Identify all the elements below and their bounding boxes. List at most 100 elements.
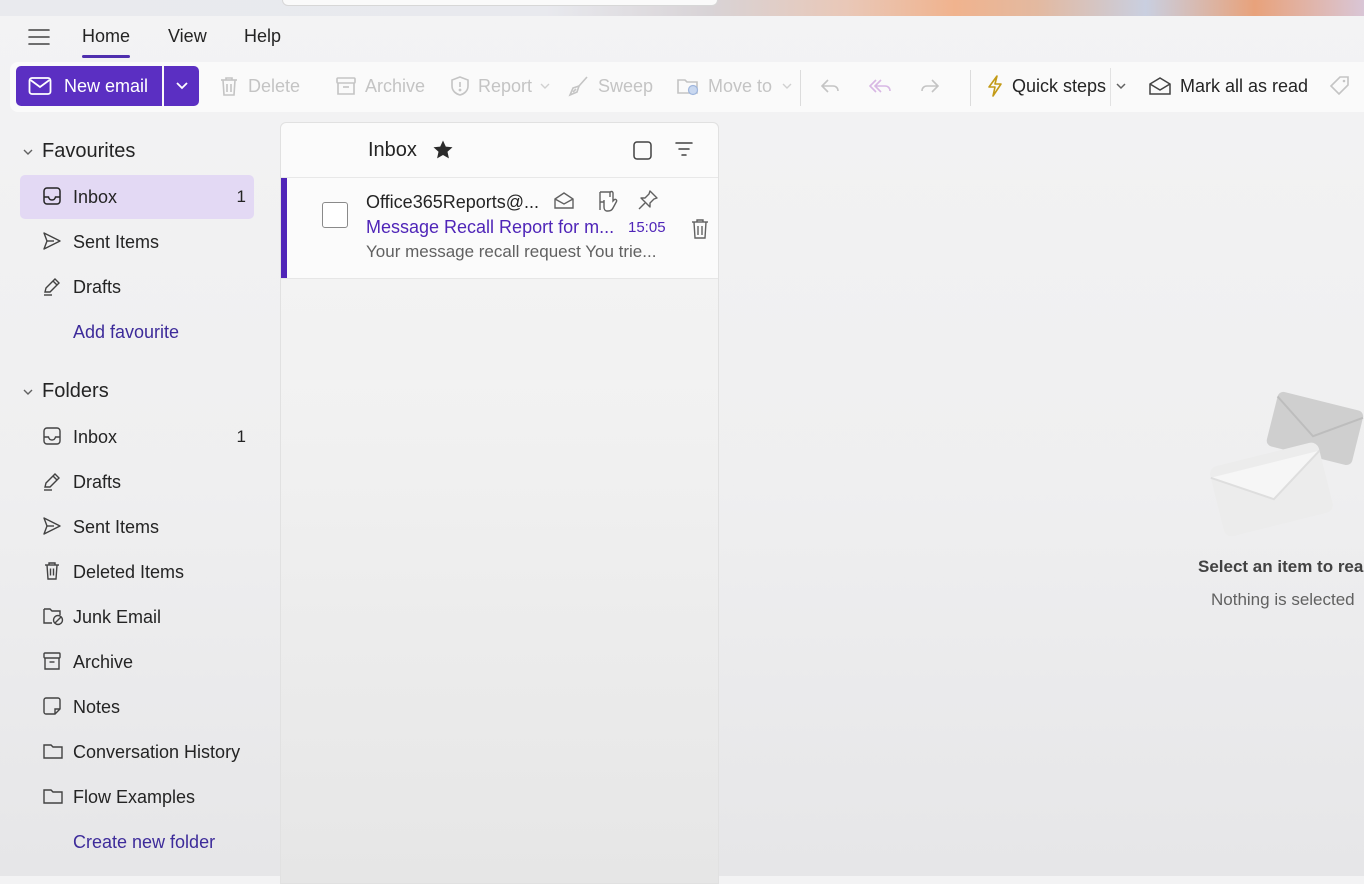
favourites-title: Favourites — [42, 140, 136, 162]
report-button[interactable]: Report — [450, 66, 558, 106]
reply-icon — [820, 79, 839, 93]
new-email-label: New email — [64, 75, 149, 96]
list-title: Inbox — [368, 139, 417, 161]
delete-label: Delete — [248, 75, 301, 96]
inbox-icon — [43, 187, 61, 205]
forward-icon — [921, 79, 940, 93]
pencil-icon — [44, 473, 60, 491]
select-all-icon[interactable] — [632, 140, 654, 162]
empty-state-illustration — [1205, 388, 1364, 542]
flag-icon[interactable] — [597, 189, 621, 215]
archive-button[interactable]: Archive — [335, 66, 425, 106]
message-row[interactable]: Office365Reports@... Message Recall Repo… — [281, 178, 718, 279]
sweep-label: Sweep — [598, 75, 654, 96]
folder-item-archive[interactable]: Archive — [20, 640, 254, 684]
empty-state-title: Select an item to read — [1198, 557, 1364, 576]
empty-state-subtitle: Nothing is selected — [1211, 590, 1355, 609]
chevron-down-icon — [540, 83, 550, 89]
favourite-item-sent-items[interactable]: Sent Items — [20, 220, 254, 264]
pencil-icon — [44, 278, 60, 296]
folder-icon — [43, 744, 63, 759]
new-email-button[interactable]: New email — [16, 66, 162, 106]
folder-item-inbox[interactable]: Inbox 1 — [20, 415, 254, 459]
folder-item-label: Archive — [73, 652, 134, 672]
note-icon — [43, 697, 61, 715]
archive-label: Archive — [365, 75, 426, 96]
message-checkbox[interactable] — [322, 202, 348, 228]
folder-item-label: Inbox — [73, 427, 118, 447]
tag-icon — [1329, 76, 1349, 96]
folder-item-label: Notes — [73, 697, 121, 717]
hamburger-menu-icon[interactable] — [27, 26, 51, 48]
folder-item-drafts[interactable]: Drafts — [20, 460, 254, 504]
mark-all-read-label: Mark all as read — [1180, 75, 1309, 96]
folder-item-label: Flow Examples — [73, 787, 196, 807]
archive-icon — [336, 77, 356, 95]
quick-steps-dropdown-button[interactable] — [1114, 66, 1136, 106]
mail-icon — [28, 77, 52, 95]
quick-steps-button[interactable]: Quick steps — [986, 66, 1106, 106]
move-to-button[interactable]: Move to — [676, 66, 800, 106]
favourite-item-drafts[interactable]: Drafts — [20, 265, 254, 309]
move-to-label: Move to — [708, 75, 773, 96]
folder-pane: Favourites Inbox 1 Sent Items Drafts Add… — [0, 118, 278, 876]
add-favourite-link[interactable]: Add favourite — [73, 322, 179, 343]
unread-indicator — [281, 178, 287, 278]
tab-view[interactable]: View — [168, 26, 207, 47]
delete-button[interactable]: Delete — [218, 66, 300, 106]
tab-home[interactable]: Home — [82, 26, 131, 58]
new-email-dropdown-button[interactable] — [164, 66, 199, 106]
forward-button[interactable] — [918, 66, 950, 106]
pin-icon[interactable] — [637, 189, 659, 211]
folder-item-sent-items[interactable]: Sent Items — [20, 505, 254, 549]
junk-folder-icon — [43, 608, 64, 626]
chevron-down-icon — [23, 149, 33, 155]
reply-button[interactable] — [818, 66, 850, 106]
folder-item-label: Conversation History — [73, 742, 241, 762]
lightning-icon — [988, 75, 1002, 97]
top-search-edge — [282, 0, 718, 6]
message-time: 15:05 — [628, 219, 666, 236]
menu-row: Home View Help — [0, 16, 1364, 60]
unread-count: 1 — [236, 427, 246, 446]
chevron-down-icon — [782, 83, 792, 89]
window-top-strip — [0, 0, 1364, 16]
ribbon-divider — [800, 70, 801, 106]
create-new-folder-link[interactable]: Create new folder — [73, 832, 215, 853]
star-icon[interactable] — [432, 139, 454, 161]
mark-as-read-icon[interactable] — [553, 190, 575, 212]
ribbon-divider — [1110, 68, 1111, 106]
folders-header[interactable]: Folders — [22, 380, 109, 403]
unread-count: 1 — [236, 187, 246, 206]
folder-item-deleted-items[interactable]: Deleted Items — [20, 550, 254, 594]
folder-item-flow-examples[interactable]: Flow Examples — [20, 775, 254, 819]
trash-icon — [45, 562, 59, 580]
folders-title: Folders — [42, 380, 109, 402]
mark-all-read-button[interactable]: Mark all as read — [1148, 66, 1308, 106]
message-preview: Your message recall request You trie... — [366, 242, 657, 261]
reply-all-button[interactable] — [868, 66, 902, 106]
favourite-item-label: Inbox — [73, 187, 118, 207]
message-list: Inbox Office365Reports@... Message Recal… — [280, 122, 719, 884]
folder-item-label: Deleted Items — [73, 562, 185, 582]
categorize-button[interactable] — [1328, 66, 1360, 106]
favourite-item-label: Drafts — [73, 277, 122, 297]
reply-all-icon — [868, 79, 891, 93]
folder-item-label: Junk Email — [73, 607, 162, 627]
folder-item-junk-email[interactable]: Junk Email — [20, 595, 254, 639]
mail-open-icon — [1149, 77, 1171, 95]
folder-item-notes[interactable]: Notes — [20, 685, 254, 729]
favourite-item-inbox[interactable]: Inbox 1 — [20, 175, 254, 219]
message-subject: Message Recall Report for m... — [366, 217, 615, 237]
delete-message-icon[interactable] — [690, 218, 710, 240]
send-icon — [43, 517, 61, 535]
inbox-icon — [43, 427, 61, 445]
sweep-button[interactable]: Sweep — [568, 66, 653, 106]
folder-item-conversation-history[interactable]: Conversation History — [20, 730, 254, 774]
tab-help[interactable]: Help — [244, 26, 281, 47]
filter-icon[interactable] — [674, 140, 694, 158]
message-sender: Office365Reports@... — [366, 192, 540, 212]
broom-icon — [568, 76, 588, 97]
favourites-header[interactable]: Favourites — [22, 140, 135, 163]
chevron-down-icon — [175, 82, 188, 90]
